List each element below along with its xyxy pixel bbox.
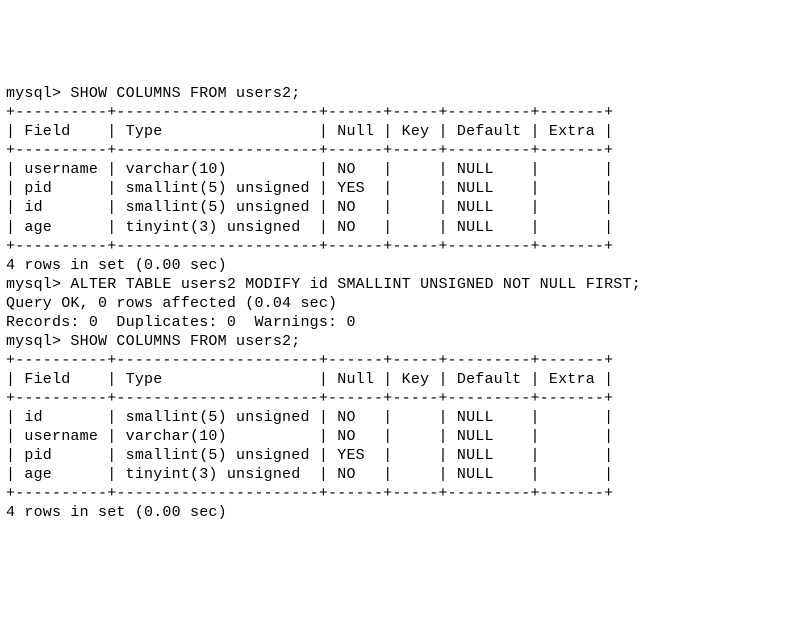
table2-line-5: | pid | smallint(5) unsigned | YES | | N… bbox=[6, 446, 800, 465]
alter-response-line1: Query OK, 0 rows affected (0.04 sec) bbox=[6, 294, 800, 313]
table1-line-2: +----------+----------------------+-----… bbox=[6, 141, 800, 160]
table2-line-7: +----------+----------------------+-----… bbox=[6, 484, 800, 503]
table1-line-6: | age | tinyint(3) unsigned | NO | | NUL… bbox=[6, 218, 800, 237]
table2-line-3: | id | smallint(5) unsigned | NO | | NUL… bbox=[6, 408, 800, 427]
table1-line-0: +----------+----------------------+-----… bbox=[6, 103, 800, 122]
table1-line-4: | pid | smallint(5) unsigned | YES | | N… bbox=[6, 179, 800, 198]
mysql-command-show-columns-2[interactable]: mysql> SHOW COLUMNS FROM users2; bbox=[6, 332, 800, 351]
table1-line-7: +----------+----------------------+-----… bbox=[6, 237, 800, 256]
table2-line-4: | username | varchar(10) | NO | | NULL |… bbox=[6, 427, 800, 446]
alter-response-line2: Records: 0 Duplicates: 0 Warnings: 0 bbox=[6, 313, 800, 332]
table1-line-1: | Field | Type | Null | Key | Default | … bbox=[6, 122, 800, 141]
table2-line-0: +----------+----------------------+-----… bbox=[6, 351, 800, 370]
table1-line-3: | username | varchar(10) | NO | | NULL |… bbox=[6, 160, 800, 179]
table2-line-6: | age | tinyint(3) unsigned | NO | | NUL… bbox=[6, 465, 800, 484]
table1-line-5: | id | smallint(5) unsigned | NO | | NUL… bbox=[6, 198, 800, 217]
table2-line-1: | Field | Type | Null | Key | Default | … bbox=[6, 370, 800, 389]
mysql-terminal: mysql> SHOW COLUMNS FROM users2;+-------… bbox=[6, 84, 800, 522]
mysql-command-show-columns-1[interactable]: mysql> SHOW COLUMNS FROM users2; bbox=[6, 84, 800, 103]
table2-footer: 4 rows in set (0.00 sec) bbox=[6, 503, 800, 522]
mysql-command-alter-table[interactable]: mysql> ALTER TABLE users2 MODIFY id SMAL… bbox=[6, 275, 800, 294]
table2-line-2: +----------+----------------------+-----… bbox=[6, 389, 800, 408]
table1-footer: 4 rows in set (0.00 sec) bbox=[6, 256, 800, 275]
